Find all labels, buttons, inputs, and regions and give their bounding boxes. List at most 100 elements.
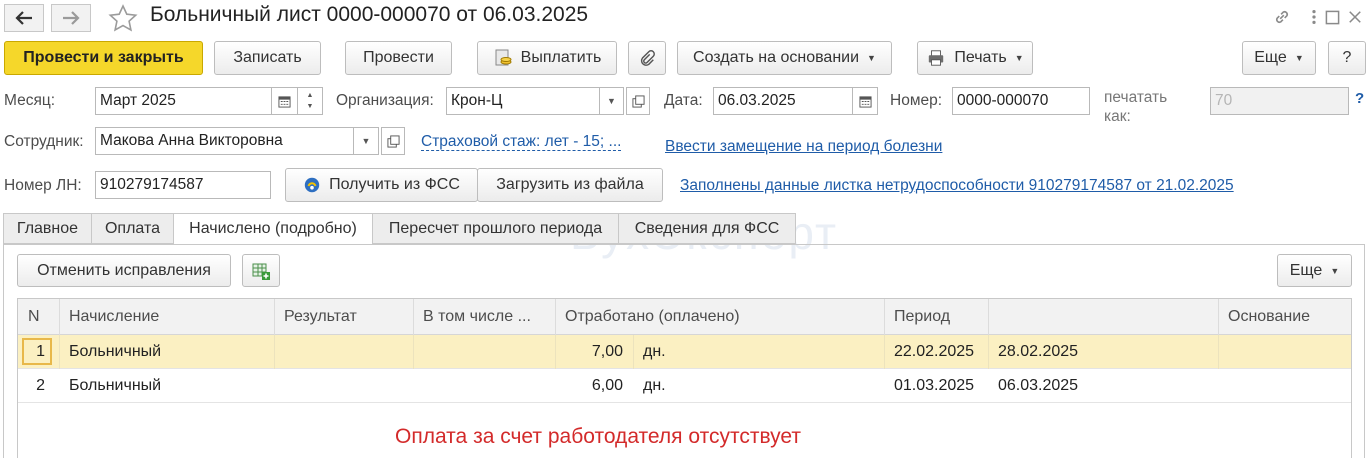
column-n[interactable]: N [18,299,60,335]
cancel-corrections-label: Отменить исправления [37,261,211,279]
panel-more-label: Еще [1289,261,1323,279]
cell-including[interactable] [413,369,556,403]
add-row-button[interactable] [242,254,280,287]
cell-n[interactable]: 2 [18,369,60,403]
help-mark[interactable]: ? [1355,90,1364,107]
cell-worked[interactable]: 7,00 [555,335,634,369]
cell-n[interactable]: 1 [18,335,60,369]
tab-fss-info[interactable]: Сведения для ФСС [618,213,796,244]
table-row[interactable]: 2 Больничный 6,00 дн. 01.03.2025 06.03.2… [18,369,1351,403]
print-as-label: печатать как: [1104,88,1167,126]
print-label: Печать [954,49,1007,66]
cell-worked[interactable]: 6,00 [555,369,634,403]
organization-open-button[interactable] [626,87,650,115]
cell-basis[interactable] [1218,335,1353,369]
favorite-star-icon[interactable] [108,4,138,32]
date-calendar-button[interactable] [852,87,878,115]
number-label: Номер: [890,92,943,109]
chevron-down-icon: ▼ [1330,265,1340,276]
print-as-label-line2: как: [1104,108,1131,125]
link-icon[interactable] [1271,6,1293,28]
cell-period-from[interactable]: 01.03.2025 [884,369,989,403]
open-window-icon [386,134,400,148]
tab-accrued-detailed[interactable]: Начислено (подробно) [173,213,373,245]
create-based-on-label: Создать на основании [693,49,860,66]
help-label: ? [1342,49,1352,66]
calendar-icon [278,95,291,108]
back-button[interactable] [4,4,44,32]
organization-dropdown[interactable]: ▼ [599,87,624,115]
print-button[interactable]: Печать ▼ [917,41,1033,75]
cell-period-from[interactable]: 22.02.2025 [884,335,989,369]
load-from-file-label: Загрузить из файла [496,176,644,193]
arrow-right-icon [63,11,80,25]
ln-number-field[interactable]: 910279174587 [95,171,271,199]
help-button[interactable]: ? [1328,41,1366,75]
month-stepper[interactable]: ▲ ▼ [297,87,323,115]
chevron-down-icon: ▼ [361,136,371,146]
cell-unit[interactable]: дн. [633,369,885,403]
month-field[interactable]: Март 2025 [95,87,272,115]
save-button[interactable]: Записать [214,41,321,75]
print-as-label-line1: печатать [1104,89,1168,106]
cell-period-to[interactable]: 28.02.2025 [988,335,1219,369]
employee-dropdown[interactable]: ▼ [353,127,379,155]
get-from-fss-label: Получить из ФСС [329,176,460,193]
cell-period-to[interactable]: 06.03.2025 [988,369,1219,403]
cell-unit[interactable]: дн. [633,335,885,369]
cell-result[interactable] [274,335,414,369]
column-accrual[interactable]: Начисление [59,299,275,335]
number-field[interactable]: 0000-000070 [952,87,1090,115]
month-label: Месяц: [4,92,56,109]
pay-button[interactable]: Выплатить [477,41,617,75]
load-from-file-button[interactable]: Загрузить из файла [477,168,663,202]
column-basis[interactable]: Основание [1218,299,1353,335]
cell-result[interactable] [274,369,414,403]
chevron-down-icon: ▼ [1294,53,1304,63]
employee-open-button[interactable] [381,127,405,155]
get-from-fss-button[interactable]: Получить из ФСС [285,168,478,202]
forward-button[interactable] [51,4,91,32]
more-button[interactable]: Еще ▼ [1242,41,1316,75]
post-and-close-button[interactable]: Провести и закрыть [4,41,203,75]
create-based-on-button[interactable]: Создать на основании ▼ [677,41,892,75]
calendar-button[interactable] [271,87,298,115]
panel-more-button[interactable]: Еще ▼ [1277,254,1352,287]
ln-number-label: Номер ЛН: [4,177,82,194]
sick-leave-data-link[interactable]: Заполнены данные листка нетрудоспособнос… [680,177,1234,195]
paperclip-icon [640,50,655,66]
column-worked[interactable]: Отработано (оплачено) [555,299,885,335]
employee-label: Сотрудник: [4,133,84,150]
cell-accrual[interactable]: Больничный [59,369,275,403]
cell-accrual[interactable]: Больничный [59,335,275,369]
date-label: Дата: [664,92,703,109]
tab-recalculation[interactable]: Пересчет прошлого периода [372,213,619,244]
arrow-left-icon [15,11,32,25]
column-including[interactable]: В том числе ... [413,299,556,335]
cell-including[interactable] [413,335,556,369]
insurance-experience-link[interactable]: Страховой стаж: лет - 15; ... [421,133,622,151]
organization-field[interactable]: Крон-Ц [446,87,600,115]
employee-field[interactable]: Макова Анна Викторовна [95,127,354,155]
print-as-field[interactable]: 70 [1210,87,1349,115]
chevron-up-icon: ▲ [306,92,314,99]
fss-logo-icon [303,176,321,194]
tab-main[interactable]: Главное [3,213,92,244]
post-button[interactable]: Провести [345,41,452,75]
cell-basis[interactable] [1218,369,1353,403]
chevron-down-icon: ▼ [607,96,616,106]
chevron-down-icon: ▼ [867,53,876,63]
date-field[interactable]: 06.03.2025 [713,87,853,115]
table-row[interactable]: 1 Больничный 7,00 дн. 22.02.2025 28.02.2… [18,335,1351,369]
close-icon[interactable] [1344,6,1366,28]
column-period[interactable]: Период [884,299,989,335]
tab-payment[interactable]: Оплата [91,213,174,244]
coins-icon [493,48,513,68]
post-and-close-label: Провести и закрыть [23,49,184,66]
maximize-icon[interactable] [1321,6,1343,28]
column-result[interactable]: Результат [274,299,414,335]
replacement-link[interactable]: Ввести замещение на период болезни [665,138,942,156]
attach-button[interactable] [628,41,666,75]
column-period-end[interactable] [988,299,1219,335]
cancel-corrections-button[interactable]: Отменить исправления [17,254,231,287]
